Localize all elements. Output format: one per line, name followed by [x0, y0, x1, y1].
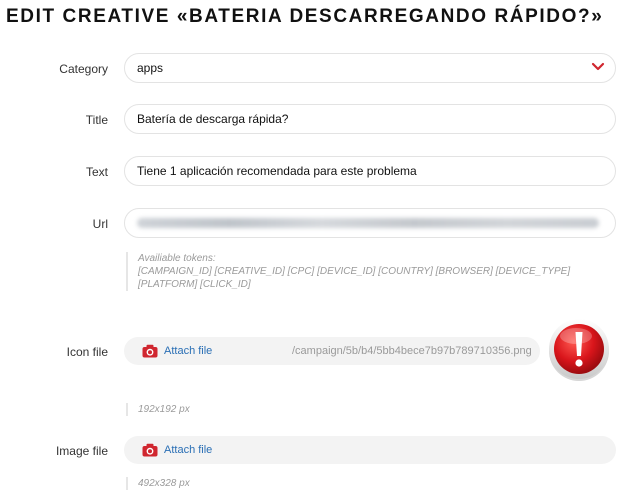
- alert-exclamation-icon: [549, 319, 609, 381]
- url-tokens-line-2: [PLATFORM] [CLICK_ID]: [138, 279, 251, 290]
- camera-icon[interactable]: [142, 344, 158, 358]
- text-input[interactable]: Tiene 1 aplicación recomendada para este…: [124, 156, 616, 186]
- category-select[interactable]: apps: [124, 53, 616, 83]
- title-label: Title: [85, 113, 108, 127]
- camera-icon[interactable]: [142, 443, 158, 457]
- category-label: Category: [59, 62, 108, 76]
- image-attach-file-link[interactable]: Attach file: [164, 444, 212, 456]
- text-input-value: Tiene 1 aplicación recomendada para este…: [137, 164, 417, 178]
- title-input[interactable]: Batería de descarga rápida?: [124, 104, 616, 134]
- url-tokens-hint: Availiable tokens: [CAMPAIGN_ID] [CREATI…: [126, 252, 608, 291]
- icon-file-upload[interactable]: Attach file /campaign/5b/b4/5bb4bece7b97…: [124, 337, 540, 365]
- icon-attach-file-link[interactable]: Attach file: [164, 345, 212, 357]
- page-title: EDIT CREATIVE «BATERIA DESCARREGANDO RÁP…: [6, 6, 604, 27]
- url-label: Url: [92, 217, 108, 231]
- url-input[interactable]: [124, 208, 616, 238]
- url-input-value-redacted: [137, 218, 599, 228]
- title-input-value: Batería de descarga rápida?: [137, 112, 289, 126]
- icon-file-path: /campaign/5b/b4/5bb4bece7b97b789710356.p…: [292, 345, 532, 357]
- url-tokens-line-1: [CAMPAIGN_ID] [CREATIVE_ID] [CPC] [DEVIC…: [138, 266, 571, 277]
- text-label: Text: [85, 165, 108, 179]
- image-file-upload[interactable]: Attach file: [124, 436, 616, 464]
- image-size-hint: 492x328 px: [126, 477, 190, 490]
- icon-size-hint: 192x192 px: [126, 403, 190, 416]
- category-value: apps: [137, 61, 164, 75]
- chevron-down-icon[interactable]: [591, 62, 605, 72]
- icon-file-label: Icon file: [66, 345, 108, 359]
- image-file-label: Image file: [55, 444, 108, 458]
- url-tokens-heading: Availiable tokens:: [138, 253, 216, 264]
